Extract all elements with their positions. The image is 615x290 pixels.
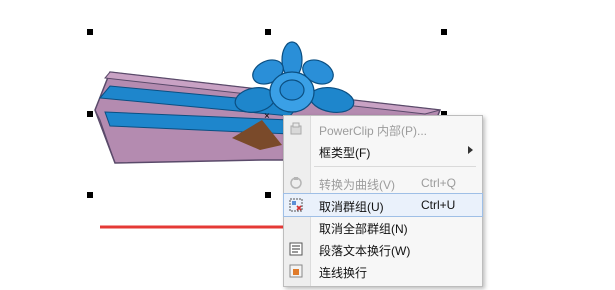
menu-item-paragraph-wrap[interactable]: 段落文本换行(W) [284, 238, 482, 260]
menu-item-label: 框类型(F) [319, 146, 371, 160]
menu-item-connector-wrap[interactable]: 连线换行 [284, 260, 482, 282]
menu-item-label: 转换为曲线(V) [319, 178, 395, 192]
selection-handle[interactable] [265, 29, 271, 35]
menu-separator [314, 166, 476, 167]
menu-item-label: PowerClip 内部(P)... [319, 124, 428, 138]
menu-item-ungroup-all[interactable]: 取消全部群组(N) [284, 216, 482, 238]
connector-wrap-icon [289, 264, 303, 278]
menu-item-label: 取消全部群组(N) [319, 222, 408, 236]
powerclip-icon [290, 122, 302, 135]
menu-item-shortcut: Ctrl+Q [421, 176, 457, 190]
convert-to-curves-icon [290, 177, 302, 189]
context-menu: PowerClip 内部(P)... 框类型(F) 转换为曲线(V) Ctrl+… [283, 115, 483, 287]
svg-text:×: × [264, 111, 270, 122]
menu-item-label: 段落文本换行(W) [319, 244, 411, 258]
selection-handle[interactable] [87, 192, 93, 198]
paragraph-wrap-icon [289, 242, 303, 256]
submenu-arrow-icon [468, 146, 473, 154]
menu-item-convert-to-curves[interactable]: 转换为曲线(V) Ctrl+Q [284, 172, 482, 194]
drawing-canvas[interactable]: × PowerClip 内部(P)... 框类型(F) 转换为曲线(V) Ctr… [0, 0, 615, 290]
menu-item-powerclip-inside[interactable]: PowerClip 内部(P)... [284, 118, 482, 140]
menu-item-ungroup[interactable]: 取消群组(U) Ctrl+U [283, 193, 483, 217]
selection-handle[interactable] [265, 192, 271, 198]
ungroup-icon [289, 198, 303, 212]
menu-item-frame-type[interactable]: 框类型(F) [284, 140, 482, 162]
menu-item-label: 连线换行 [319, 266, 368, 280]
menu-item-label: 取消群组(U) [319, 200, 384, 214]
selection-handle[interactable] [87, 111, 93, 117]
selection-handle[interactable] [441, 29, 447, 35]
menu-item-shortcut: Ctrl+U [421, 198, 456, 212]
selection-handle[interactable] [87, 29, 93, 35]
